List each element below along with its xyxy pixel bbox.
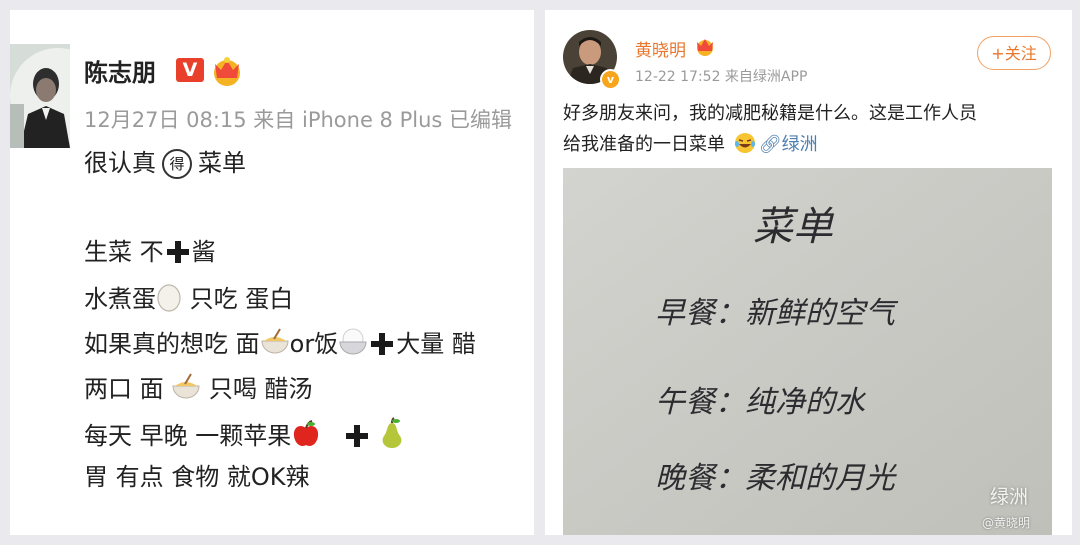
body-line-2: 生菜 不酱 (84, 238, 216, 266)
body-line-5: 两口 面 只喝 醋汤 (84, 372, 534, 404)
body-line-6: 每天 早晚 一颗苹果 (84, 417, 534, 451)
noodle-bowl-icon (172, 373, 200, 399)
laugh-cry-icon (734, 133, 755, 153)
body-line-4: 如果真的想吃 面 or饭 大量 醋 (84, 327, 534, 359)
plus-icon (371, 333, 394, 355)
watermark: 绿洲 (989, 486, 1028, 508)
body-line-7: 胃 有点 食物 就OK辣 (84, 463, 310, 491)
pear-icon (382, 417, 402, 448)
menu-dinner: 晚餐：柔和的月光 (655, 461, 897, 496)
user-name[interactable]: 黄晓明 (635, 36, 686, 61)
noodle-bowl-icon (261, 328, 289, 354)
crown-icon (214, 57, 240, 86)
de-circle-icon: 得 (162, 149, 192, 179)
menu-title: 菜单 (753, 204, 835, 250)
post-text-line-1: 好多朋友来问，我的减肥秘籍是什么。这是工作人员 (563, 103, 977, 124)
follow-button[interactable]: +关注 (977, 36, 1051, 70)
menu-lunch: 午餐：纯净的水 (655, 385, 867, 420)
plus-icon (166, 241, 189, 263)
egg-icon (157, 284, 181, 312)
body-line-3: 水煮蛋 只吃 蛋白 (84, 282, 534, 314)
apple-icon (294, 420, 319, 446)
post-text: 好多朋友来问，我的减肥秘籍是什么。这是工作人员 给我准备的一日菜单 🔗︎绿洲 (563, 98, 1061, 160)
right-weibo-post: v 黄晓明 12-22 17:52 来自绿洲APP +关注 好多朋友来问，我的减… (545, 10, 1072, 535)
menu-breakfast: 早餐：新鲜的空气 (655, 296, 899, 331)
rice-bowl-icon (339, 328, 367, 355)
left-weibo-post: 陈志朋 V 12月27日 08:15 来自 iPhone 8 Plus 已编辑 … (10, 10, 534, 535)
verified-icon: V (176, 58, 204, 82)
plus-icon (346, 425, 369, 447)
crown-icon (697, 39, 713, 56)
post-meta: 12月27日 08:15 来自 iPhone 8 Plus 已编辑 (84, 108, 513, 132)
post-photo[interactable]: 菜单 早餐：新鲜的空气 午餐：纯净的水 晚餐：柔和的月光 绿洲 @黄晓明 (563, 168, 1052, 535)
post-meta: 12-22 17:52 来自绿洲APP (635, 69, 808, 85)
verified-icon: v (600, 69, 621, 90)
body-line-1: 很认真得菜单 (84, 149, 246, 179)
handwritten-menu-note: 菜单 早餐：新鲜的空气 午餐：纯净的水 晚餐：柔和的月光 (563, 168, 1052, 535)
link-icon: 🔗︎ (758, 134, 782, 155)
oasis-link[interactable]: 绿洲 (782, 134, 818, 155)
post-text-line-2: 给我准备的一日菜单 🔗︎绿洲 (563, 133, 818, 155)
user-name[interactable]: 陈志朋 (84, 53, 156, 88)
avatar[interactable] (10, 44, 70, 148)
watermark-user: @黄晓明 (981, 516, 1030, 530)
